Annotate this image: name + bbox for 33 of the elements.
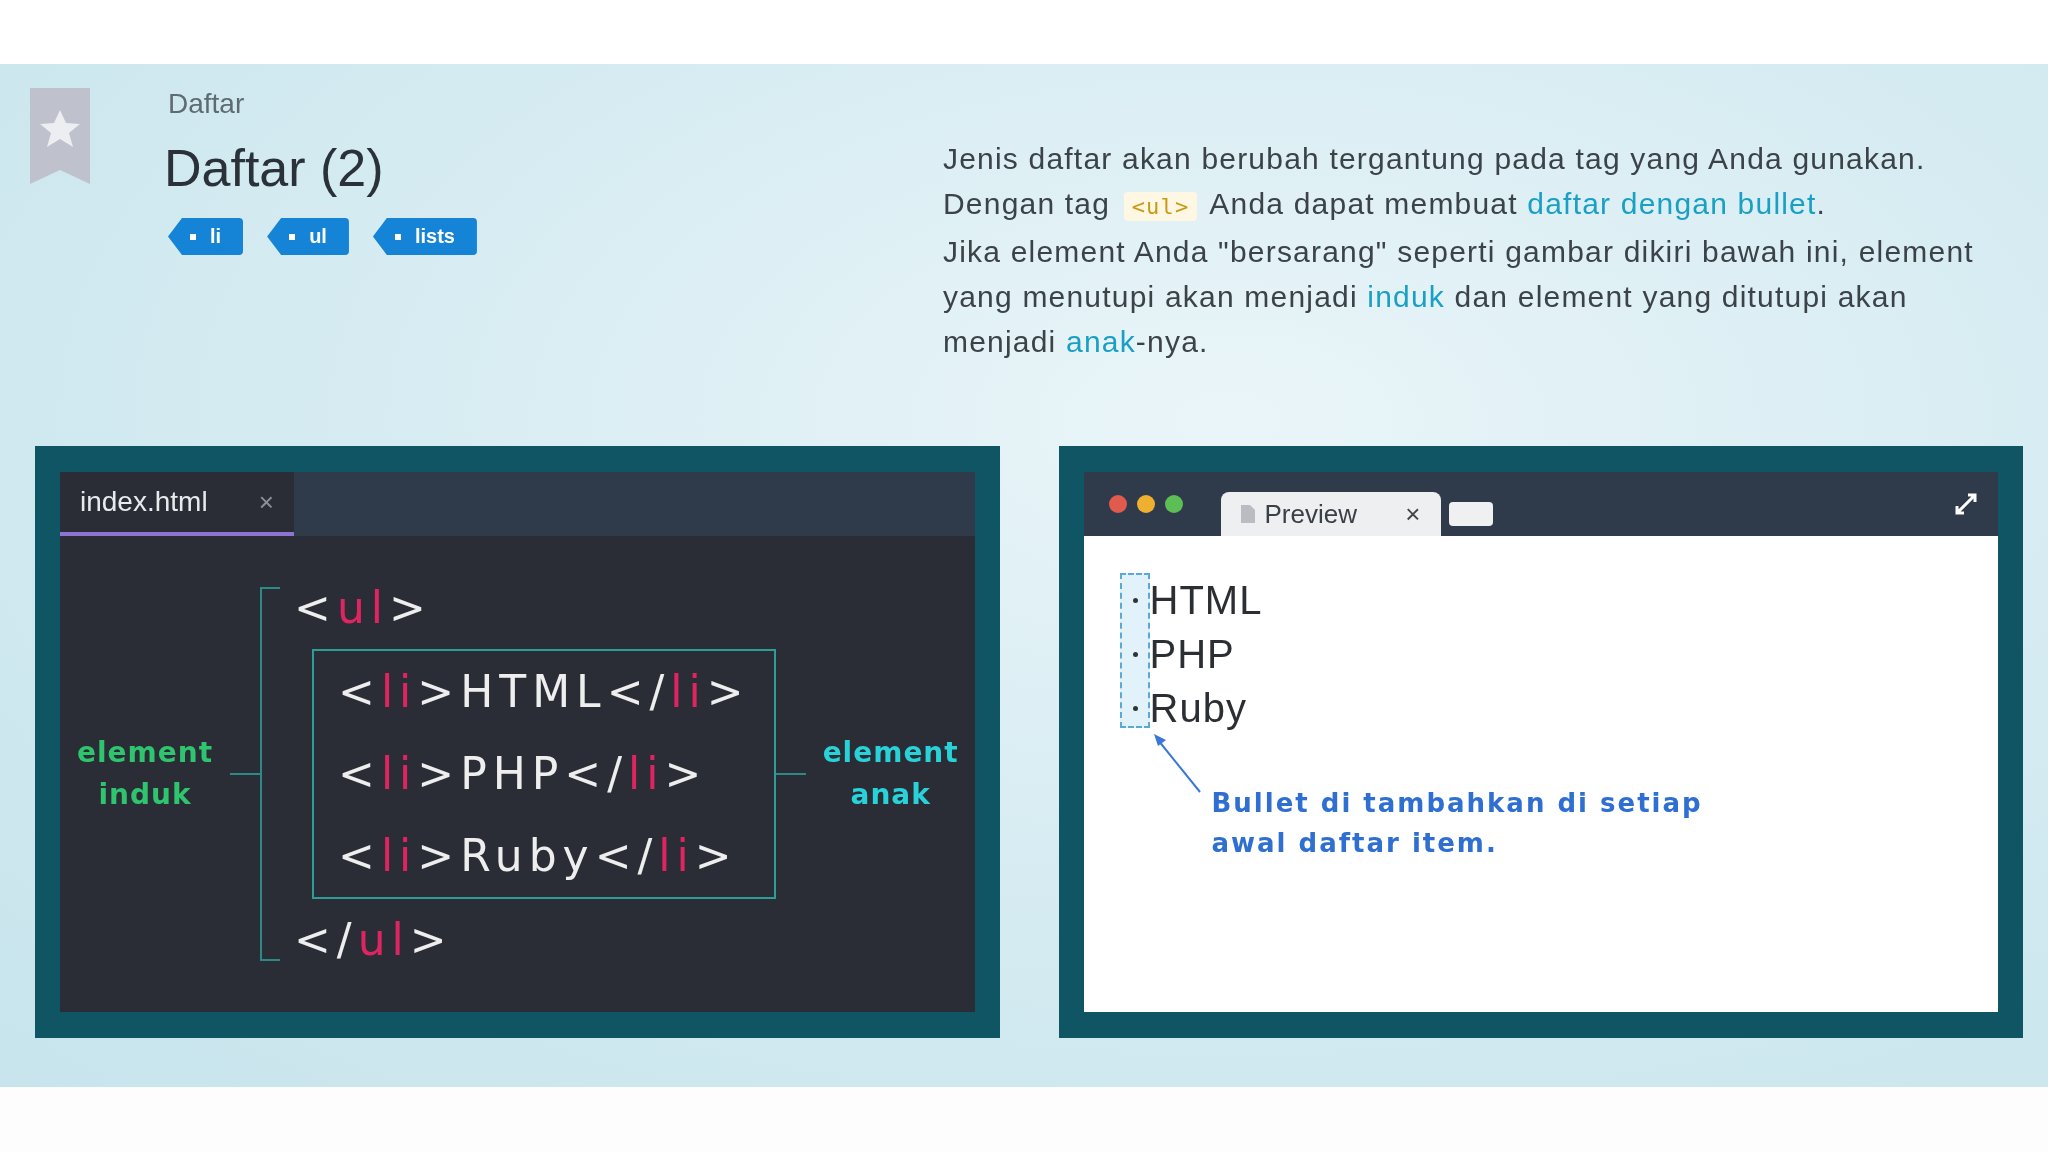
close-icon[interactable]: × bbox=[1405, 498, 1421, 530]
code-line: <li>Ruby</li> bbox=[338, 829, 739, 883]
new-tab-button[interactable] bbox=[1448, 502, 1493, 526]
description-paragraph: Jenis daftar akan berubah tergantung pada tag yang Anda gunakan. Dengan tag <ul> Anda dapat membuat daftar dengan bullet. bbox=[943, 141, 1927, 223]
child-label: element anak bbox=[821, 735, 960, 813]
bullet-icon bbox=[1132, 651, 1138, 657]
bullet-icon bbox=[1132, 597, 1138, 603]
list-item: PHP bbox=[1149, 631, 1235, 677]
breadcrumb: Daftar bbox=[168, 88, 246, 120]
list-item: HTML bbox=[1149, 577, 1263, 623]
close-dot-icon[interactable] bbox=[1108, 495, 1127, 513]
arrow bbox=[1151, 732, 1202, 794]
preview-tab[interactable]: Preview × bbox=[1220, 492, 1441, 536]
expand-icon[interactable] bbox=[1954, 492, 1978, 516]
maximize-dot-icon[interactable] bbox=[1164, 495, 1183, 513]
minimize-dot-icon[interactable] bbox=[1136, 495, 1155, 513]
annotation-note: Bullet di tambahkan di setiap awal daftar item. bbox=[1211, 787, 1704, 860]
code-line: <li>PHP</li> bbox=[338, 747, 709, 801]
code-line: <li>HTML</li> bbox=[338, 665, 750, 719]
tag-label[interactable]: lists bbox=[372, 218, 477, 255]
document-icon bbox=[1240, 505, 1255, 523]
tag-label[interactable]: ul bbox=[267, 218, 349, 255]
bullet-icon bbox=[1132, 705, 1138, 711]
file-name: index.html bbox=[80, 486, 208, 518]
tag-label[interactable]: li bbox=[168, 218, 244, 255]
list-item: Ruby bbox=[1149, 685, 1247, 731]
lesson-title: Daftar (2) bbox=[164, 138, 385, 198]
code-line: <ul> bbox=[294, 581, 433, 635]
parent-label: element induk bbox=[75, 735, 215, 813]
description-paragraph: Jika element Anda "bersarang" seperti gambar dikiri bawah ini, element yang menutupi akan menjadi induk dan element yang ditutupi akan menjadi anak-nya. bbox=[943, 234, 1975, 360]
file-tab[interactable]: index.html × bbox=[60, 472, 294, 536]
close-icon[interactable]: × bbox=[258, 486, 274, 518]
code-line: </ul> bbox=[294, 913, 454, 967]
